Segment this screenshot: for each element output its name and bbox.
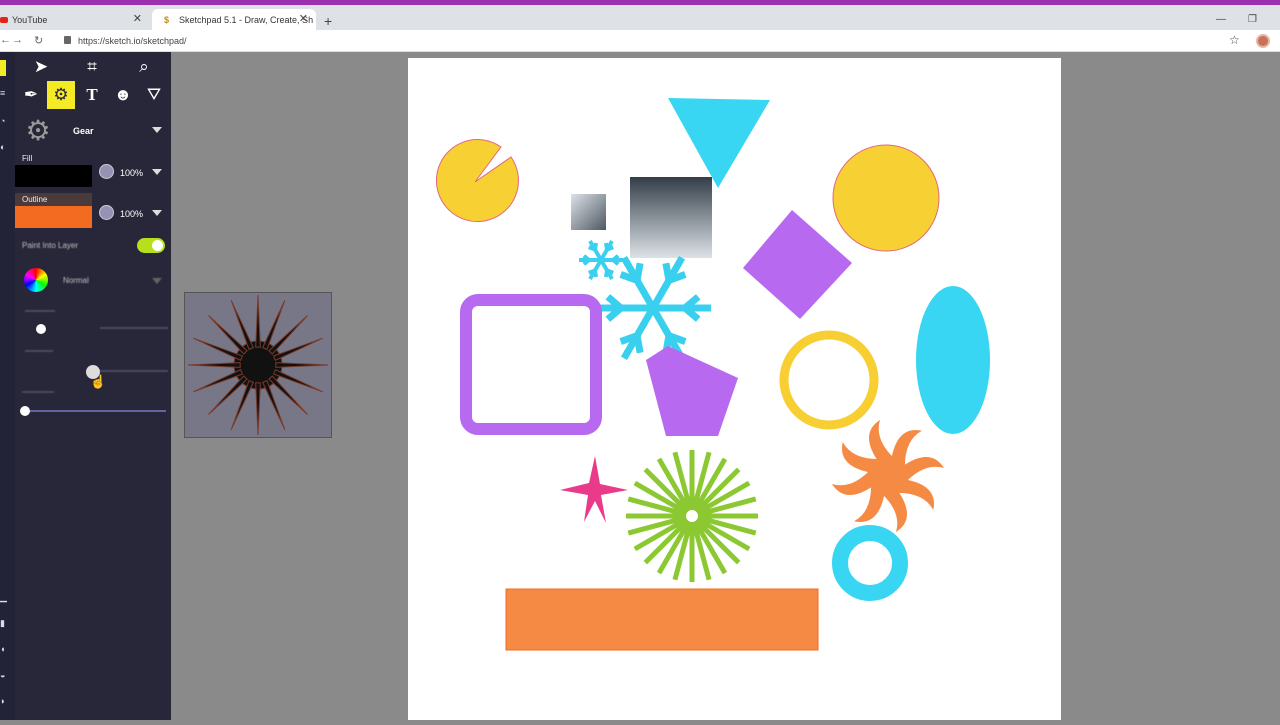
circle-shape[interactable] <box>832 144 940 252</box>
pacman-shape[interactable] <box>435 139 519 223</box>
rounded-square-outline[interactable] <box>460 294 602 435</box>
sunburst-ray <box>275 362 329 368</box>
shape-preview <box>184 292 332 438</box>
snowflake-small-shape[interactable] <box>579 239 623 281</box>
tool-name: Gear <box>73 126 94 136</box>
snowflake-branch <box>592 270 599 278</box>
layers-icon[interactable]: ≡ <box>0 88 6 98</box>
youtube-icon <box>0 16 8 23</box>
stamp-tool-icon[interactable]: ☻ <box>109 81 137 109</box>
address-bar: ← → ↻ https://sketch.io/sketchpad/ ☆ <box>0 30 1280 52</box>
cursor-hand-icon: ☝ <box>90 374 107 389</box>
blend-mode-select[interactable]: Normal <box>63 276 89 285</box>
blend-mode-chevron-icon[interactable] <box>152 278 162 284</box>
forward-icon[interactable]: → <box>12 34 23 46</box>
drawing-canvas[interactable] <box>408 58 1061 720</box>
tab-title: YouTube <box>12 14 48 25</box>
slider-thumb[interactable] <box>20 406 30 416</box>
zoom-search-icon[interactable]: ⌕ <box>130 53 158 81</box>
paint-into-layer-toggle[interactable] <box>137 238 165 253</box>
strip-tool-icon[interactable]: ▁ <box>0 592 7 603</box>
new-tab-icon[interactable]: + <box>324 13 332 29</box>
diamond-shape[interactable] <box>743 210 852 319</box>
fill-label: Fill <box>22 154 33 163</box>
close-tab-icon[interactable]: ✕ <box>133 12 142 25</box>
fill-opacity-chevron-icon[interactable] <box>152 169 162 175</box>
slider-thumb[interactable] <box>36 324 46 334</box>
history-icon[interactable]: ◔ <box>0 116 6 126</box>
opacity-drop-icon <box>99 205 114 220</box>
crop-icon[interactable]: ⌗ <box>78 53 106 81</box>
small-gradient-square[interactable] <box>571 194 606 230</box>
opacity-drop-icon <box>99 164 114 179</box>
slider-label-line <box>22 391 54 393</box>
pentagon-shape[interactable] <box>646 346 738 436</box>
slider-track[interactable] <box>100 327 168 329</box>
donut-shape[interactable] <box>832 525 908 601</box>
snowflake-branch <box>662 262 673 281</box>
outline-label: Outline <box>22 195 48 204</box>
tab-youtube[interactable]: YouTube ✕ <box>0 9 150 30</box>
strip-tool-icon[interactable]: ◖ <box>0 644 6 654</box>
ellipse-shape[interactable] <box>916 286 990 434</box>
outline-color-swatch[interactable] <box>15 206 92 228</box>
pen-icon[interactable]: ✒ <box>17 81 45 109</box>
text-tool-icon[interactable]: T <box>78 81 106 109</box>
color-wheel-icon[interactable] <box>24 268 48 292</box>
sunburst-ray <box>255 382 261 436</box>
slider-track[interactable] <box>100 370 168 372</box>
gear-preview-icon: ⚙ <box>25 114 51 146</box>
slider-label-line <box>25 310 55 312</box>
snowflake-branch <box>588 245 596 252</box>
paint-into-layer-label: Paint Into Layer <box>22 241 79 250</box>
slider-label-line <box>25 350 53 352</box>
outline-opacity-value: 100% <box>120 209 144 219</box>
star-shape[interactable] <box>560 456 628 523</box>
sunburst-ray <box>255 294 261 348</box>
eye-icon[interactable]: ◐ <box>0 142 6 152</box>
sketchpad-icon: $ <box>164 15 170 25</box>
gear-shape-tool-icon[interactable]: ⚙ <box>47 81 75 109</box>
brush-tool-icon[interactable] <box>0 60 6 76</box>
strip-tool-icon[interactable]: ◗ <box>0 696 6 706</box>
gradient-square[interactable] <box>630 177 712 258</box>
tool-menu-chevron-icon[interactable] <box>152 127 162 133</box>
left-toolbar-strip: ≡ ◔ ◐ ▁ ▮ ◖ ◒ ◗ <box>0 52 15 720</box>
select-arrow-icon[interactable]: ➤ <box>27 53 55 81</box>
strip-tool-icon[interactable]: ◒ <box>0 670 6 680</box>
fill-opacity-value: 100% <box>120 168 144 178</box>
back-icon[interactable]: ← <box>0 34 11 46</box>
strip-tool-icon[interactable]: ▮ <box>0 618 6 629</box>
minimize-icon[interactable]: — <box>1216 14 1226 25</box>
snowflake-branch <box>603 242 610 250</box>
snowflake-branch <box>633 335 644 354</box>
starburst-shape[interactable] <box>626 450 758 582</box>
outline-opacity-chevron-icon[interactable] <box>152 210 162 216</box>
paint-bucket-icon[interactable]: ⛛ <box>140 81 168 109</box>
restore-icon[interactable]: ❐ <box>1248 14 1257 25</box>
triangle-shape[interactable] <box>668 98 770 188</box>
tool-panel: ➤ ⌗ ⌕ ✒ ⚙ T ☻ ⛛ ⚙ Gear Fill 100% Outline… <box>15 52 171 720</box>
canvas-shapes[interactable] <box>408 58 1061 720</box>
tab-strip: YouTube ✕ $ Sketchpad 5.1 - Draw, Create… <box>0 5 1280 30</box>
tab-sketchpad[interactable]: $ Sketchpad 5.1 - Draw, Create, Sh ✕ <box>152 9 316 30</box>
snowflake-branch <box>606 268 614 275</box>
url-field[interactable]: https://sketch.io/sketchpad/ <box>78 36 187 46</box>
ring-shape[interactable] <box>779 330 879 430</box>
close-tab-icon[interactable]: ✕ <box>299 12 308 25</box>
reload-icon[interactable]: ↻ <box>34 34 43 47</box>
slider-track[interactable] <box>30 410 166 412</box>
sunburst-ray <box>187 362 241 368</box>
pinwheel-shape[interactable] <box>832 420 944 532</box>
fill-color-swatch[interactable] <box>15 165 92 187</box>
sunburst-preview <box>187 294 329 436</box>
tab-title: Sketchpad 5.1 - Draw, Create, Sh <box>179 14 314 25</box>
rectangle-shape[interactable] <box>505 588 819 651</box>
lock-icon <box>64 36 71 44</box>
bookmark-star-icon[interactable]: ☆ <box>1229 33 1240 47</box>
avatar[interactable] <box>1256 34 1270 48</box>
